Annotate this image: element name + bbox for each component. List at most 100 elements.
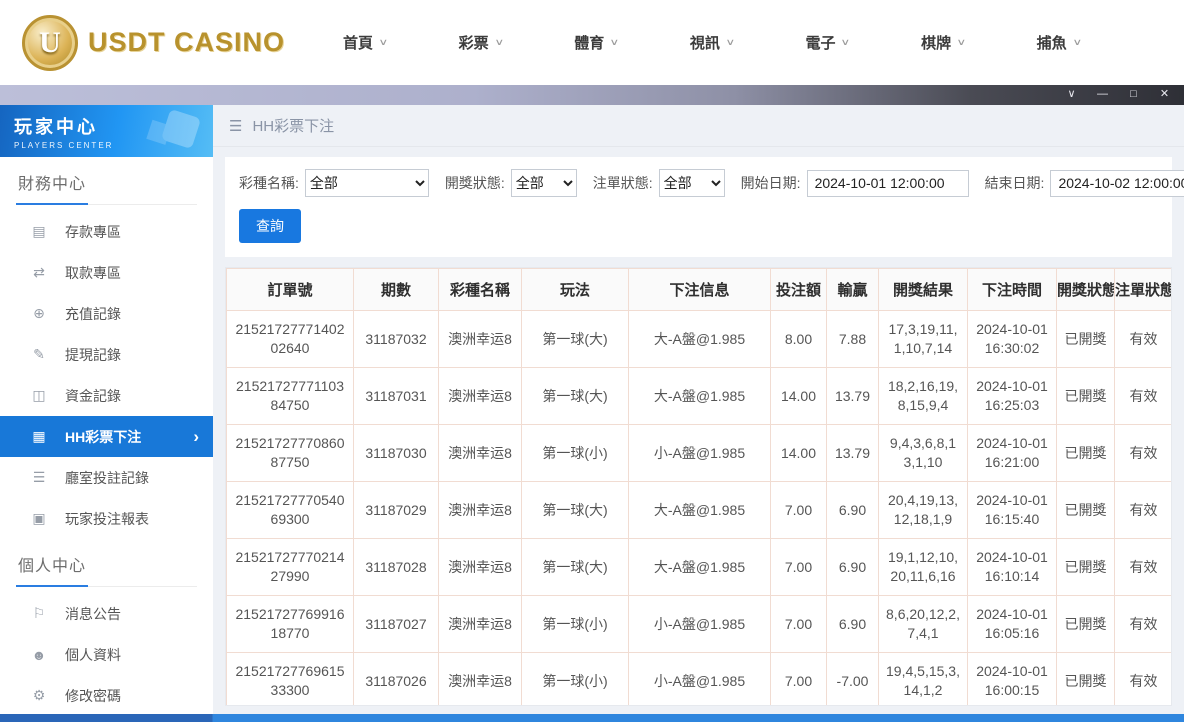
draw-status-label: 開獎狀態:: [445, 173, 505, 193]
table-cell: 小-A盤@1.985: [629, 425, 771, 482]
table-cell: 第一球(小): [522, 653, 629, 707]
table-header-cell: 投注額: [771, 269, 827, 311]
table-cell: 6.90: [827, 539, 879, 596]
table-cell: -7.00: [827, 653, 879, 707]
app-window: U USDT CASINO 首頁∨彩票∨體育∨視訊∨電子∨棋牌∨捕魚∨ ∨—□✕…: [0, 0, 1184, 722]
table-cell: 17,3,19,11,1,10,7,14: [879, 311, 968, 368]
nav-item-2[interactable]: 體育∨: [574, 32, 618, 53]
chevron-down-icon: ∨: [378, 37, 388, 48]
table-cell: 小-A盤@1.985: [629, 596, 771, 653]
table-cell: 8,6,20,12,2,7,4,1: [879, 596, 968, 653]
sidebar-item-修改密碼[interactable]: ⚙修改密碼: [0, 675, 213, 714]
profile-icon: ☻: [30, 647, 48, 663]
lottery-name-select[interactable]: 全部: [305, 169, 429, 197]
nav-item-0[interactable]: 首頁∨: [343, 32, 387, 53]
bet-status-select[interactable]: 全部: [659, 169, 725, 197]
withdrawal-record-icon: ✎: [30, 346, 48, 363]
table-cell: 澳洲幸运8: [439, 425, 522, 482]
minimize-button[interactable]: —: [1087, 85, 1118, 105]
window-titlebar: ∨—□✕: [0, 85, 1184, 105]
player-bet-report-icon: ▣: [30, 510, 48, 527]
table-cell: 6.90: [827, 596, 879, 653]
draw-status-filter: 開獎狀態: 全部: [445, 169, 577, 197]
table-cell: 已開獎: [1057, 482, 1115, 539]
table-cell: 7.88: [827, 311, 879, 368]
table-cell: 7.00: [771, 596, 827, 653]
table-cell: 澳洲幸运8: [439, 311, 522, 368]
table-cell: 第一球(大): [522, 368, 629, 425]
nav-item-3[interactable]: 視訊∨: [690, 32, 734, 53]
search-button[interactable]: 查詢: [239, 209, 301, 243]
table-cell: 8.00: [771, 311, 827, 368]
table-header-cell: 注單狀態: [1115, 269, 1173, 311]
section-title-0: 財務中心: [16, 170, 197, 205]
sidebar-item-label: 取款專區: [65, 263, 121, 283]
horizontal-scrollbar[interactable]: [0, 714, 1184, 722]
table-cell: 第一球(大): [522, 311, 629, 368]
nav-item-5[interactable]: 棋牌∨: [921, 32, 965, 53]
sidebar-item-label: HH彩票下注: [65, 427, 141, 447]
chevron-right-icon: ›: [193, 428, 199, 445]
bet-status-label: 注單狀態:: [593, 173, 653, 193]
table-cell: 澳洲幸运8: [439, 539, 522, 596]
sidebar-item-存款專區[interactable]: ▤存款專區: [0, 211, 213, 252]
start-date-input[interactable]: [807, 170, 969, 197]
sidebar-item-充值記錄[interactable]: ⊕充值記錄: [0, 293, 213, 334]
chevron-down-icon: ∨: [956, 37, 966, 48]
table-cell: 2152172777021427990: [227, 539, 354, 596]
sidebar-item-玩家投注報表[interactable]: ▣玩家投注報表: [0, 498, 213, 539]
sidebar-menu: 財務中心 ▤存款專區 ⇄ 取款專區 ⊕充值記錄✎提現記錄◫資金記錄 ▦ HH彩票下注 › ☰廳室…: [0, 170, 213, 714]
table-cell: 已開獎: [1057, 596, 1115, 653]
sidebar-item-廳室投註記錄[interactable]: ☰廳室投註記錄: [0, 457, 213, 498]
table-body: 215217277714020264031187032澳洲幸运8第一球(大)大-…: [227, 311, 1173, 707]
nav-item-1[interactable]: 彩票∨: [459, 32, 503, 53]
dropdown-button[interactable]: ∨: [1056, 85, 1087, 105]
table-header-cell: 彩種名稱: [439, 269, 522, 311]
draw-status-select[interactable]: 全部: [511, 169, 577, 197]
table-cell: 有效: [1115, 368, 1173, 425]
sidebar-item-消息公告[interactable]: ⚐消息公告: [0, 593, 213, 634]
close-button[interactable]: ✕: [1149, 85, 1180, 105]
sidebar-item-label: 充值記錄: [65, 304, 121, 324]
nav-item-6[interactable]: 捕魚∨: [1037, 32, 1081, 53]
chevron-down-icon: ∨: [610, 37, 620, 48]
table-cell: 2152172777110384750: [227, 368, 354, 425]
logo[interactable]: U USDT CASINO: [22, 15, 285, 71]
nav-item-4[interactable]: 電子∨: [805, 32, 849, 53]
end-date-input[interactable]: [1050, 170, 1184, 197]
table-cell: 小-A盤@1.985: [629, 653, 771, 707]
sidebar-item-個人資料[interactable]: ☻個人資料: [0, 634, 213, 675]
table-cell: 31187032: [354, 311, 439, 368]
menu-toggle-icon[interactable]: ☰: [229, 117, 242, 135]
table-cell: 有效: [1115, 653, 1173, 707]
table-cell: 已開獎: [1057, 425, 1115, 482]
table-cell: 已開獎: [1057, 311, 1115, 368]
room-bet-record-icon: ☰: [30, 469, 48, 486]
table-cell: 2152172776961533300: [227, 653, 354, 707]
deposit-icon: ▤: [30, 223, 48, 240]
logo-icon: U: [22, 15, 78, 71]
maximize-button[interactable]: □: [1118, 85, 1149, 105]
table-cell: 31187028: [354, 539, 439, 596]
window-controls: ∨—□✕: [1056, 85, 1180, 105]
table-cell: 第一球(小): [522, 425, 629, 482]
content-area: 玩家中心 PLAYERS CENTER 財務中心▤存款專區⇄取款專區⊕充值記錄✎…: [0, 105, 1184, 714]
sidebar-item-提現記錄[interactable]: ✎提現記錄: [0, 334, 213, 375]
chevron-down-icon: ∨: [494, 37, 504, 48]
table-row: 215217277708608775031187030澳洲幸运8第一球(小)小-…: [227, 425, 1173, 482]
table-header-cell: 下注信息: [629, 269, 771, 311]
sidebar-item-資金記錄[interactable]: ◫資金記錄: [0, 375, 213, 416]
table-cell: 31187027: [354, 596, 439, 653]
table-cell: 有效: [1115, 482, 1173, 539]
withdraw-icon: ⇄: [30, 264, 48, 281]
table-cell: 大-A盤@1.985: [629, 482, 771, 539]
table-cell: 大-A盤@1.985: [629, 368, 771, 425]
sidebar-item-label: 修改密碼: [65, 686, 121, 706]
lottery-name-filter: 彩種名稱: 全部: [239, 169, 429, 197]
sidebar-item-取款專區[interactable]: ⇄ 取款專區: [0, 252, 213, 293]
table-cell: 第一球(小): [522, 596, 629, 653]
table-header-cell: 開獎狀態: [1057, 269, 1115, 311]
table-cell: 14.00: [771, 425, 827, 482]
hh-lottery-bet-icon: ▦: [30, 428, 48, 445]
sidebar-item-HH彩票下注[interactable]: ▦ HH彩票下注 ›: [0, 416, 213, 457]
